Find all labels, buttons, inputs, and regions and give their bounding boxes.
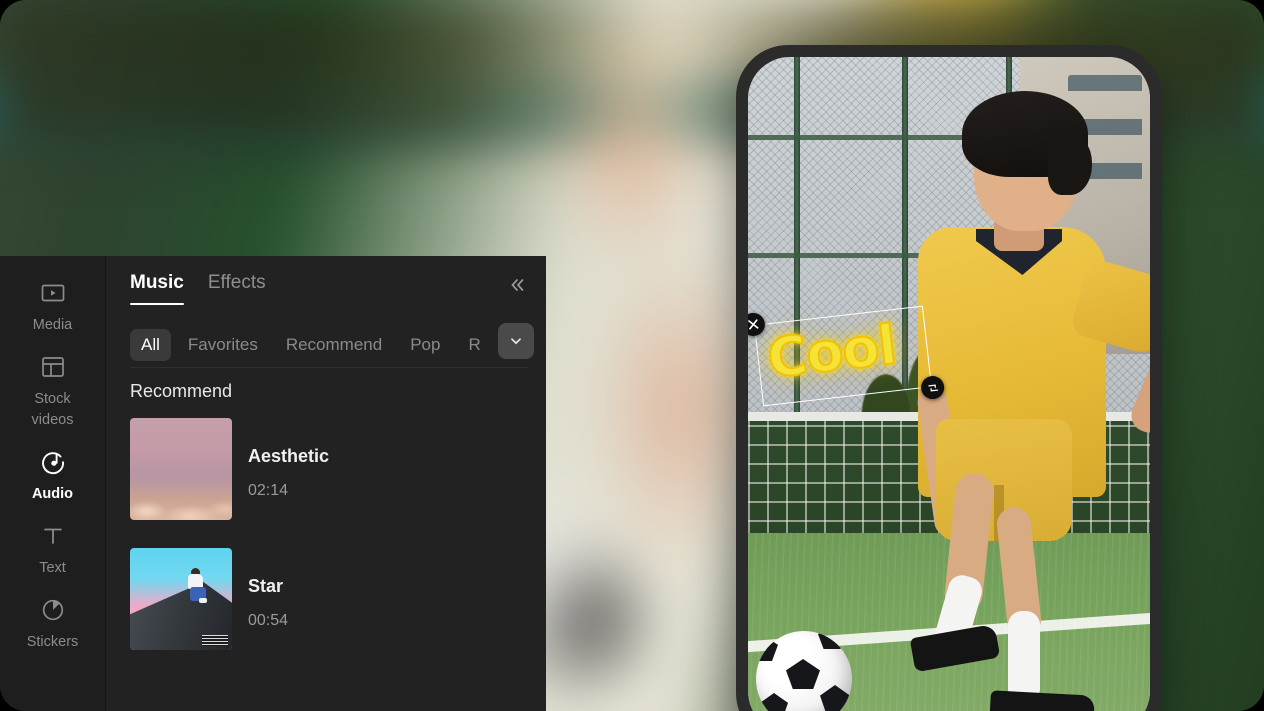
preview-soccer-ball bbox=[756, 631, 852, 711]
filter-chip-pop[interactable]: Pop bbox=[399, 329, 451, 361]
preview-player-legs bbox=[898, 433, 1095, 711]
section-title: Recommend bbox=[130, 381, 233, 401]
filter-chip-favorites[interactable]: Favorites bbox=[177, 329, 269, 361]
filter-chip-label: R bbox=[468, 335, 481, 354]
filter-chip-truncated[interactable]: R bbox=[457, 329, 491, 361]
tab-label: Effects bbox=[207, 272, 266, 293]
sidebar-item-label: Stickers bbox=[26, 634, 79, 651]
video-preview-screen[interactable]: Cool bbox=[748, 57, 1150, 711]
track-artwork bbox=[130, 548, 232, 650]
track-row[interactable]: Star 00:54 bbox=[130, 542, 546, 672]
sidebar-item-label: Stock videos bbox=[31, 391, 74, 429]
sidebar-item-text[interactable]: Text bbox=[0, 513, 105, 587]
track-row[interactable]: Aesthetic 02:14 bbox=[130, 412, 546, 542]
sidebar-item-label: Text bbox=[39, 560, 66, 577]
chevron-double-left-icon[interactable] bbox=[502, 270, 532, 300]
track-duration: 02:14 bbox=[248, 482, 289, 499]
sidebar-item-label: Media bbox=[32, 317, 73, 333]
genre-filter-row: All Favorites Recommend Pop R bbox=[106, 305, 546, 367]
audio-browser-panel: Music Effects All Favorites Recommend Po… bbox=[105, 256, 546, 711]
sidebar-item-label: Audio bbox=[31, 486, 74, 503]
sidebar-item-stock-videos[interactable]: Stock videos bbox=[0, 344, 105, 439]
app-stage: Cool Media Stock videos Audio Text Stick… bbox=[0, 0, 1264, 711]
track-title: Star bbox=[248, 576, 284, 596]
filter-chip-all[interactable]: All bbox=[130, 329, 171, 361]
track-title: Aesthetic bbox=[248, 446, 330, 466]
tab-music[interactable]: Music bbox=[130, 272, 184, 305]
chevron-down-icon[interactable] bbox=[498, 323, 534, 359]
filter-chip-recommend[interactable]: Recommend bbox=[275, 329, 393, 361]
tool-sidebar: Media Stock videos Audio Text Stickers bbox=[0, 256, 105, 711]
track-artwork bbox=[130, 418, 232, 520]
editor-panel: Media Stock videos Audio Text Stickers M… bbox=[0, 256, 546, 711]
track-duration: 00:54 bbox=[248, 612, 289, 629]
tab-label: Music bbox=[130, 272, 184, 293]
sidebar-item-audio[interactable]: Audio bbox=[0, 439, 105, 513]
sticker-pie-icon bbox=[40, 597, 66, 623]
text-t-icon bbox=[40, 523, 66, 549]
preview-player-hair-side bbox=[1048, 135, 1092, 195]
phone-mockup-frame: Cool bbox=[736, 45, 1162, 711]
filter-chip-label: Favorites bbox=[187, 335, 258, 354]
parental-advisory-label bbox=[202, 635, 228, 646]
tab-effects[interactable]: Effects bbox=[208, 272, 266, 305]
layout-grid-icon bbox=[40, 354, 66, 380]
music-track-list: Aesthetic 02:14 Star 00:54 bbox=[106, 412, 546, 672]
filter-chip-label: Pop bbox=[410, 335, 441, 354]
filter-chip-label: Recommend bbox=[285, 335, 383, 354]
music-note-icon bbox=[40, 449, 66, 475]
sidebar-item-media[interactable]: Media bbox=[0, 270, 105, 344]
sidebar-item-stickers[interactable]: Stickers bbox=[0, 587, 105, 661]
filter-chip-label: All bbox=[141, 335, 160, 354]
media-play-icon bbox=[40, 280, 66, 306]
panel-tab-bar: Music Effects bbox=[106, 256, 546, 305]
